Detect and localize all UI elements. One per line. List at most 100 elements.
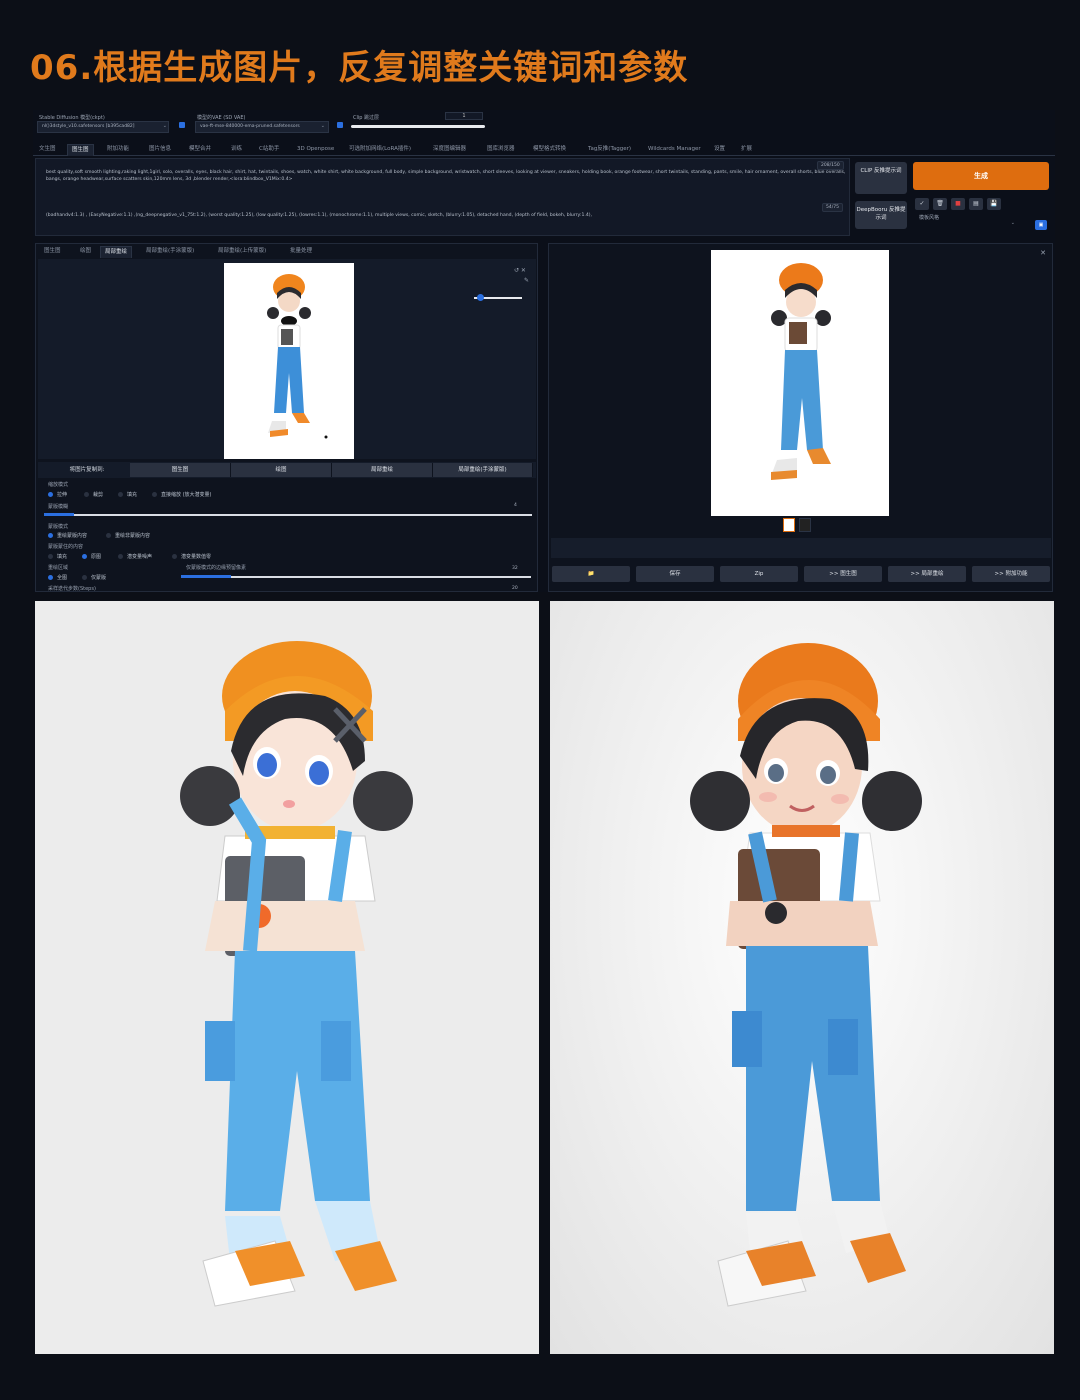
stop-icon[interactable]: ■ [951,198,965,210]
output-panel: ✕ 📁 保存 Zip >> 图生图 >> 局部重绘 >> 附加功能 [548,243,1053,592]
brush-icon[interactable]: ✎ [524,277,529,284]
prompt-area: best quality,soft smooth lighting,raking… [35,158,850,236]
send-to-inpaint-button[interactable]: >> 局部重绘 [888,566,966,582]
generate-button[interactable]: 生成 [913,162,1049,190]
generation-info-bar [551,538,1051,558]
tab-depth[interactable]: 深度图编辑器 [429,144,470,156]
negative-token-count: 54/75 [822,203,843,212]
check-icon[interactable]: ✓ [915,198,929,210]
tab-settings[interactable]: 设置 [710,144,729,156]
thumbnail-2[interactable] [799,518,811,532]
trash-icon[interactable]: 🗑 [933,198,947,210]
tab-civitai[interactable]: C站助手 [255,144,283,156]
copy-image-row: 将图片复制到: 图生图 绘图 局部重绘 局部重绘(手涂蒙版) [38,462,536,478]
deepbooru-interrogate-button[interactable]: DeepBooru 反推提示词 [855,201,907,229]
sd-model-value[interactable]: nl()3dstyle_v10.safetensors [b395cad82] [37,121,169,133]
clip-skip-slider[interactable] [351,125,485,128]
copy-to-inpaint-sketch-button[interactable]: 局部重绘(手涂蒙版) [433,463,533,477]
input-image[interactable] [224,263,354,459]
refresh-vae-icon[interactable] [337,122,343,128]
fill-radio-fill[interactable]: 填充 [48,553,67,560]
clip-interrogate-button[interactable]: CLIP 反推提示词 [855,162,907,194]
thumbnail-1[interactable] [783,518,795,532]
tab-img2img[interactable]: 图生图 [67,144,94,156]
tab-convert[interactable]: 模型格式转换 [529,144,570,156]
clip-skip-input[interactable]: 1 [445,112,483,120]
copy-to-label: 将图片复制到: [69,467,105,473]
positive-prompt[interactable]: best quality,soft smooth lighting,raking… [46,169,846,183]
area-radio-whole[interactable]: 全图 [48,574,67,581]
close-icon[interactable]: ✕ [1040,249,1046,257]
tab-lora[interactable]: 可选附加网络(LoRA插件) [345,144,415,156]
refresh-model-icon[interactable] [179,122,185,128]
resize-radio-latent[interactable]: 直接缩放 (放大潜变量) [152,491,212,498]
save-button[interactable]: 保存 [636,566,714,582]
copy-to-sketch-button[interactable]: 绘图 [231,463,332,477]
tab-tagger[interactable]: Tag反推(Tagger) [584,144,635,156]
fill-radio-latent-noise[interactable]: 潜变量噪声 [118,553,152,560]
img2img-subtabs: 图生图 绘图 局部重绘 局部重绘(手涂蒙版) 局部重绘(上传蒙版) 批量处理 [36,244,537,258]
mask-blur-value[interactable]: 4 [514,503,517,508]
vae-value[interactable]: vae-ft-mse-840000-ema-pruned.safetensors [195,121,329,133]
resize-radio-fill[interactable]: 填充 [118,491,137,498]
tab-merge[interactable]: 模型合并 [185,144,215,156]
tab-txt2img[interactable]: 文生图 [35,144,60,156]
send-to-extras-button[interactable]: >> 附加功能 [972,566,1050,582]
negative-prompt[interactable]: (badhandv4:1.3) , (EasyNegative:1.1) ,(n… [46,212,846,219]
sd-model-select[interactable]: Stable Diffusion 模型(ckpt) nl()3dstyle_v1… [35,114,185,136]
resize-radio-stretch[interactable]: 拉伸 [48,491,67,498]
copy-to-img2img-button[interactable]: 图生图 [130,463,231,477]
tab-gallery[interactable]: 图库浏览器 [483,144,519,156]
subtab-inpaint-sketch[interactable]: 局部重绘(手涂蒙版) [142,246,198,258]
input-figure-thumbnail [267,274,328,439]
flat-girl-illustration [180,641,413,1307]
mask-mode-label: 蒙版模式 [48,524,69,530]
3d-girl-render [690,643,922,1307]
tab-extensions[interactable]: 扩展 [737,144,756,156]
mask-blur-label: 蒙版模糊 [48,504,69,510]
tab-train[interactable]: 训练 [227,144,246,156]
area-radio-masked-only[interactable]: 仅蒙版 [82,574,106,581]
subtab-inpaint-upload[interactable]: 局部重绘(上传蒙版) [214,246,270,258]
vae-select[interactable]: 模型的VAE (SD VAE) vae-ft-mse-840000-ema-pr… [193,114,343,136]
mask-blur-fill [44,513,74,516]
style-select[interactable]: ⌄ [917,220,1027,230]
tab-openpose[interactable]: 3D Openpose [293,144,338,156]
tab-extras[interactable]: 附加功能 [103,144,133,156]
resize-radio-crop[interactable]: 裁剪 [84,491,103,498]
save-style-icon[interactable]: 💾 [987,198,1001,210]
mask-radio-inpaint-unmasked[interactable]: 重绘非蒙版内容 [106,532,150,539]
tab-png-info[interactable]: 图片信息 [145,144,175,156]
brush-size-handle[interactable] [477,294,484,301]
sd-model-label: Stable Diffusion 模型(ckpt) [39,115,105,121]
canvas-tool-icons[interactable]: ↺ ✕ [514,267,526,274]
send-to-img2img-button[interactable]: >> 图生图 [804,566,882,582]
zip-button[interactable]: Zip [720,566,798,582]
padding-slider[interactable] [181,576,531,578]
tab-wildcards[interactable]: Wildcards Manager [644,144,705,156]
inpaint-canvas[interactable]: ↺ ✕ ✎ [38,259,536,459]
clipboard-icon[interactable]: ▤ [969,198,983,210]
webui-window: Stable Diffusion 模型(ckpt) nl()3dstyle_v1… [33,110,1055,592]
fill-radio-latent-nothing[interactable]: 潜变量数值零 [172,553,211,560]
subtab-batch[interactable]: 批量处理 [286,246,316,258]
open-folder-button[interactable]: 📁 [552,566,630,582]
subtab-sketch[interactable]: 绘图 [76,246,95,258]
steps-value[interactable]: 20 [512,586,518,591]
resize-mode-label: 缩放模式 [48,482,69,488]
copy-to-inpaint-button[interactable]: 局部重绘 [332,463,433,477]
mask-blur-slider[interactable] [44,514,532,516]
subtab-img2img[interactable]: 图生图 [40,246,65,258]
padding-value[interactable]: 32 [512,566,518,571]
subtab-inpaint[interactable]: 局部重绘 [100,246,133,258]
top-settings-bar: Stable Diffusion 模型(ckpt) nl()3dstyle_v1… [33,110,1055,138]
positive-token-count: 208/150 [817,161,844,170]
fill-radio-original[interactable]: 原图 [82,553,101,560]
output-figure-thumbnail [771,263,831,480]
apply-style-icon[interactable]: ▣ [1035,220,1047,230]
mask-radio-inpaint-masked[interactable]: 重绘蒙版内容 [48,532,87,539]
chevron-down-icon: ⌄ [162,123,167,129]
generated-render [550,601,1054,1354]
vae-label: 模型的VAE (SD VAE) [197,115,246,121]
output-image[interactable] [711,250,889,516]
